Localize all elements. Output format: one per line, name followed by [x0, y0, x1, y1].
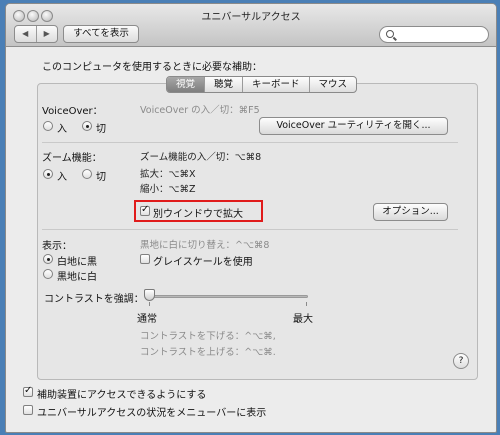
voiceover-utility-button[interactable]: VoiceOver ユーティリティを開く...	[259, 117, 448, 135]
display-label: 表示：	[42, 241, 72, 252]
zoom-label: ズーム機能：	[42, 153, 102, 164]
zoom-toggle-shortcut: ズーム機能の入／切：⌥⌘8	[140, 152, 262, 163]
contrast-max-label: 最大	[293, 314, 313, 325]
title-bar: ユニバーサルアクセス ◀ ▶ すべてを表示	[6, 4, 496, 47]
zoom-in-shortcut: 拡大：⌥⌘X	[140, 169, 196, 180]
assistive-devices-label: 補助装置にアクセスできるようにする	[37, 390, 207, 401]
zoom-off-label: 切	[96, 172, 106, 183]
contrast-label: コントラストを強調：	[44, 294, 144, 305]
back-button[interactable]: ◀	[15, 26, 36, 42]
black-on-white-radio[interactable]	[43, 254, 53, 264]
voiceover-shortcut: VoiceOver の入／切：⌘F5	[140, 105, 260, 116]
grayscale-checkbox[interactable]	[140, 254, 150, 264]
divider	[42, 229, 458, 230]
navigation-buttons: ◀ ▶	[14, 25, 58, 43]
separate-window-checkbox[interactable]	[140, 204, 150, 216]
menu-bar-status-label: ユニバーサルアクセスの状況をメニューバーに表示	[37, 408, 267, 419]
preferences-window: ユニバーサルアクセス ◀ ▶ すべてを表示 このコンピュータを使用するときに必要…	[5, 3, 497, 433]
section-subtitle: このコンピュータを使用するときに必要な補助：	[42, 62, 262, 73]
window-title: ユニバーサルアクセス	[201, 12, 301, 23]
divider	[42, 142, 458, 143]
zoom-off-radio[interactable]	[82, 169, 92, 179]
voiceover-off-radio[interactable]	[82, 121, 92, 131]
tab-keyboard[interactable]: キーボード	[242, 77, 309, 92]
contrast-decrease-shortcut: コントラストを下げる：^⌥⌘,	[140, 331, 276, 342]
voiceover-off-label: 切	[96, 124, 106, 135]
zoom-out-shortcut: 縮小：⌥⌘Z	[140, 184, 196, 195]
separate-window-label: 別ウインドウで拡大	[153, 209, 243, 220]
search-icon	[386, 30, 394, 38]
tab-bar: 視覚 聴覚 キーボード マウス	[166, 76, 358, 93]
forward-button[interactable]: ▶	[35, 26, 58, 42]
slider-tick	[149, 302, 150, 306]
black-on-white-label: 白地に黒	[57, 257, 97, 268]
assistive-devices-checkbox[interactable]	[23, 385, 33, 397]
white-on-black-radio[interactable]	[43, 269, 53, 279]
zoom-on-radio[interactable]	[43, 169, 53, 179]
slider-tick	[306, 302, 307, 306]
tab-hearing[interactable]: 聴覚	[204, 77, 242, 92]
show-all-button[interactable]: すべてを表示	[63, 25, 139, 43]
contrast-min-label: 通常	[137, 314, 157, 325]
grayscale-label: グレイスケールを使用	[153, 257, 253, 268]
contrast-increase-shortcut: コントラストを上げる：^⌥⌘.	[140, 347, 276, 358]
white-on-black-label: 黒地に白	[57, 272, 97, 283]
display-switch-shortcut: 黒地に白に切り替え：^⌥⌘8	[140, 240, 270, 251]
menu-bar-status-checkbox[interactable]	[23, 405, 33, 415]
contrast-slider-track[interactable]	[151, 295, 308, 298]
search-field[interactable]	[379, 26, 489, 43]
zoom-on-label: 入	[57, 172, 67, 183]
help-button[interactable]: ?	[453, 353, 469, 369]
contrast-slider-thumb[interactable]	[144, 289, 155, 301]
voiceover-on-label: 入	[57, 124, 67, 135]
voiceover-on-radio[interactable]	[43, 121, 53, 131]
voiceover-label: VoiceOver：	[42, 106, 103, 117]
zoom-options-button[interactable]: オプション...	[373, 203, 448, 221]
tab-mouse[interactable]: マウス	[308, 77, 357, 92]
tab-vision[interactable]: 視覚	[167, 77, 205, 92]
